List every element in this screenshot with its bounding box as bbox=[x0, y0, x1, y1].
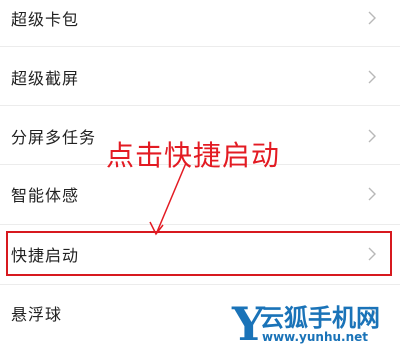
divider bbox=[0, 105, 400, 106]
annotation-text: 点击快捷启动 bbox=[106, 139, 281, 172]
settings-item-label: 悬浮球 bbox=[11, 305, 63, 324]
watermark-url: www.yunhu.net bbox=[262, 330, 369, 344]
quick-launch-highlight-box bbox=[6, 231, 392, 276]
divider bbox=[0, 224, 400, 225]
settings-item-label: 超级截屏 bbox=[11, 69, 80, 88]
settings-item-smart-motion[interactable]: 智能体感 bbox=[0, 168, 400, 220]
settings-item-label: 超级卡包 bbox=[11, 10, 80, 29]
watermark: Y 云狐手机网 www.yunhu.net bbox=[232, 296, 394, 352]
chevron-right-icon bbox=[368, 187, 376, 201]
divider bbox=[0, 46, 400, 47]
watermark-name: 云狐手机网 bbox=[260, 304, 380, 332]
chevron-right-icon bbox=[368, 70, 376, 84]
settings-item-super-screenshot[interactable]: 超级截屏 bbox=[0, 51, 400, 103]
settings-item-super-card[interactable]: 超级卡包 bbox=[0, 0, 400, 44]
chevron-right-icon bbox=[368, 11, 376, 25]
settings-item-label: 智能体感 bbox=[11, 186, 80, 205]
settings-item-label: 分屏多任务 bbox=[11, 128, 97, 147]
chevron-right-icon bbox=[368, 129, 376, 143]
divider bbox=[0, 284, 400, 285]
